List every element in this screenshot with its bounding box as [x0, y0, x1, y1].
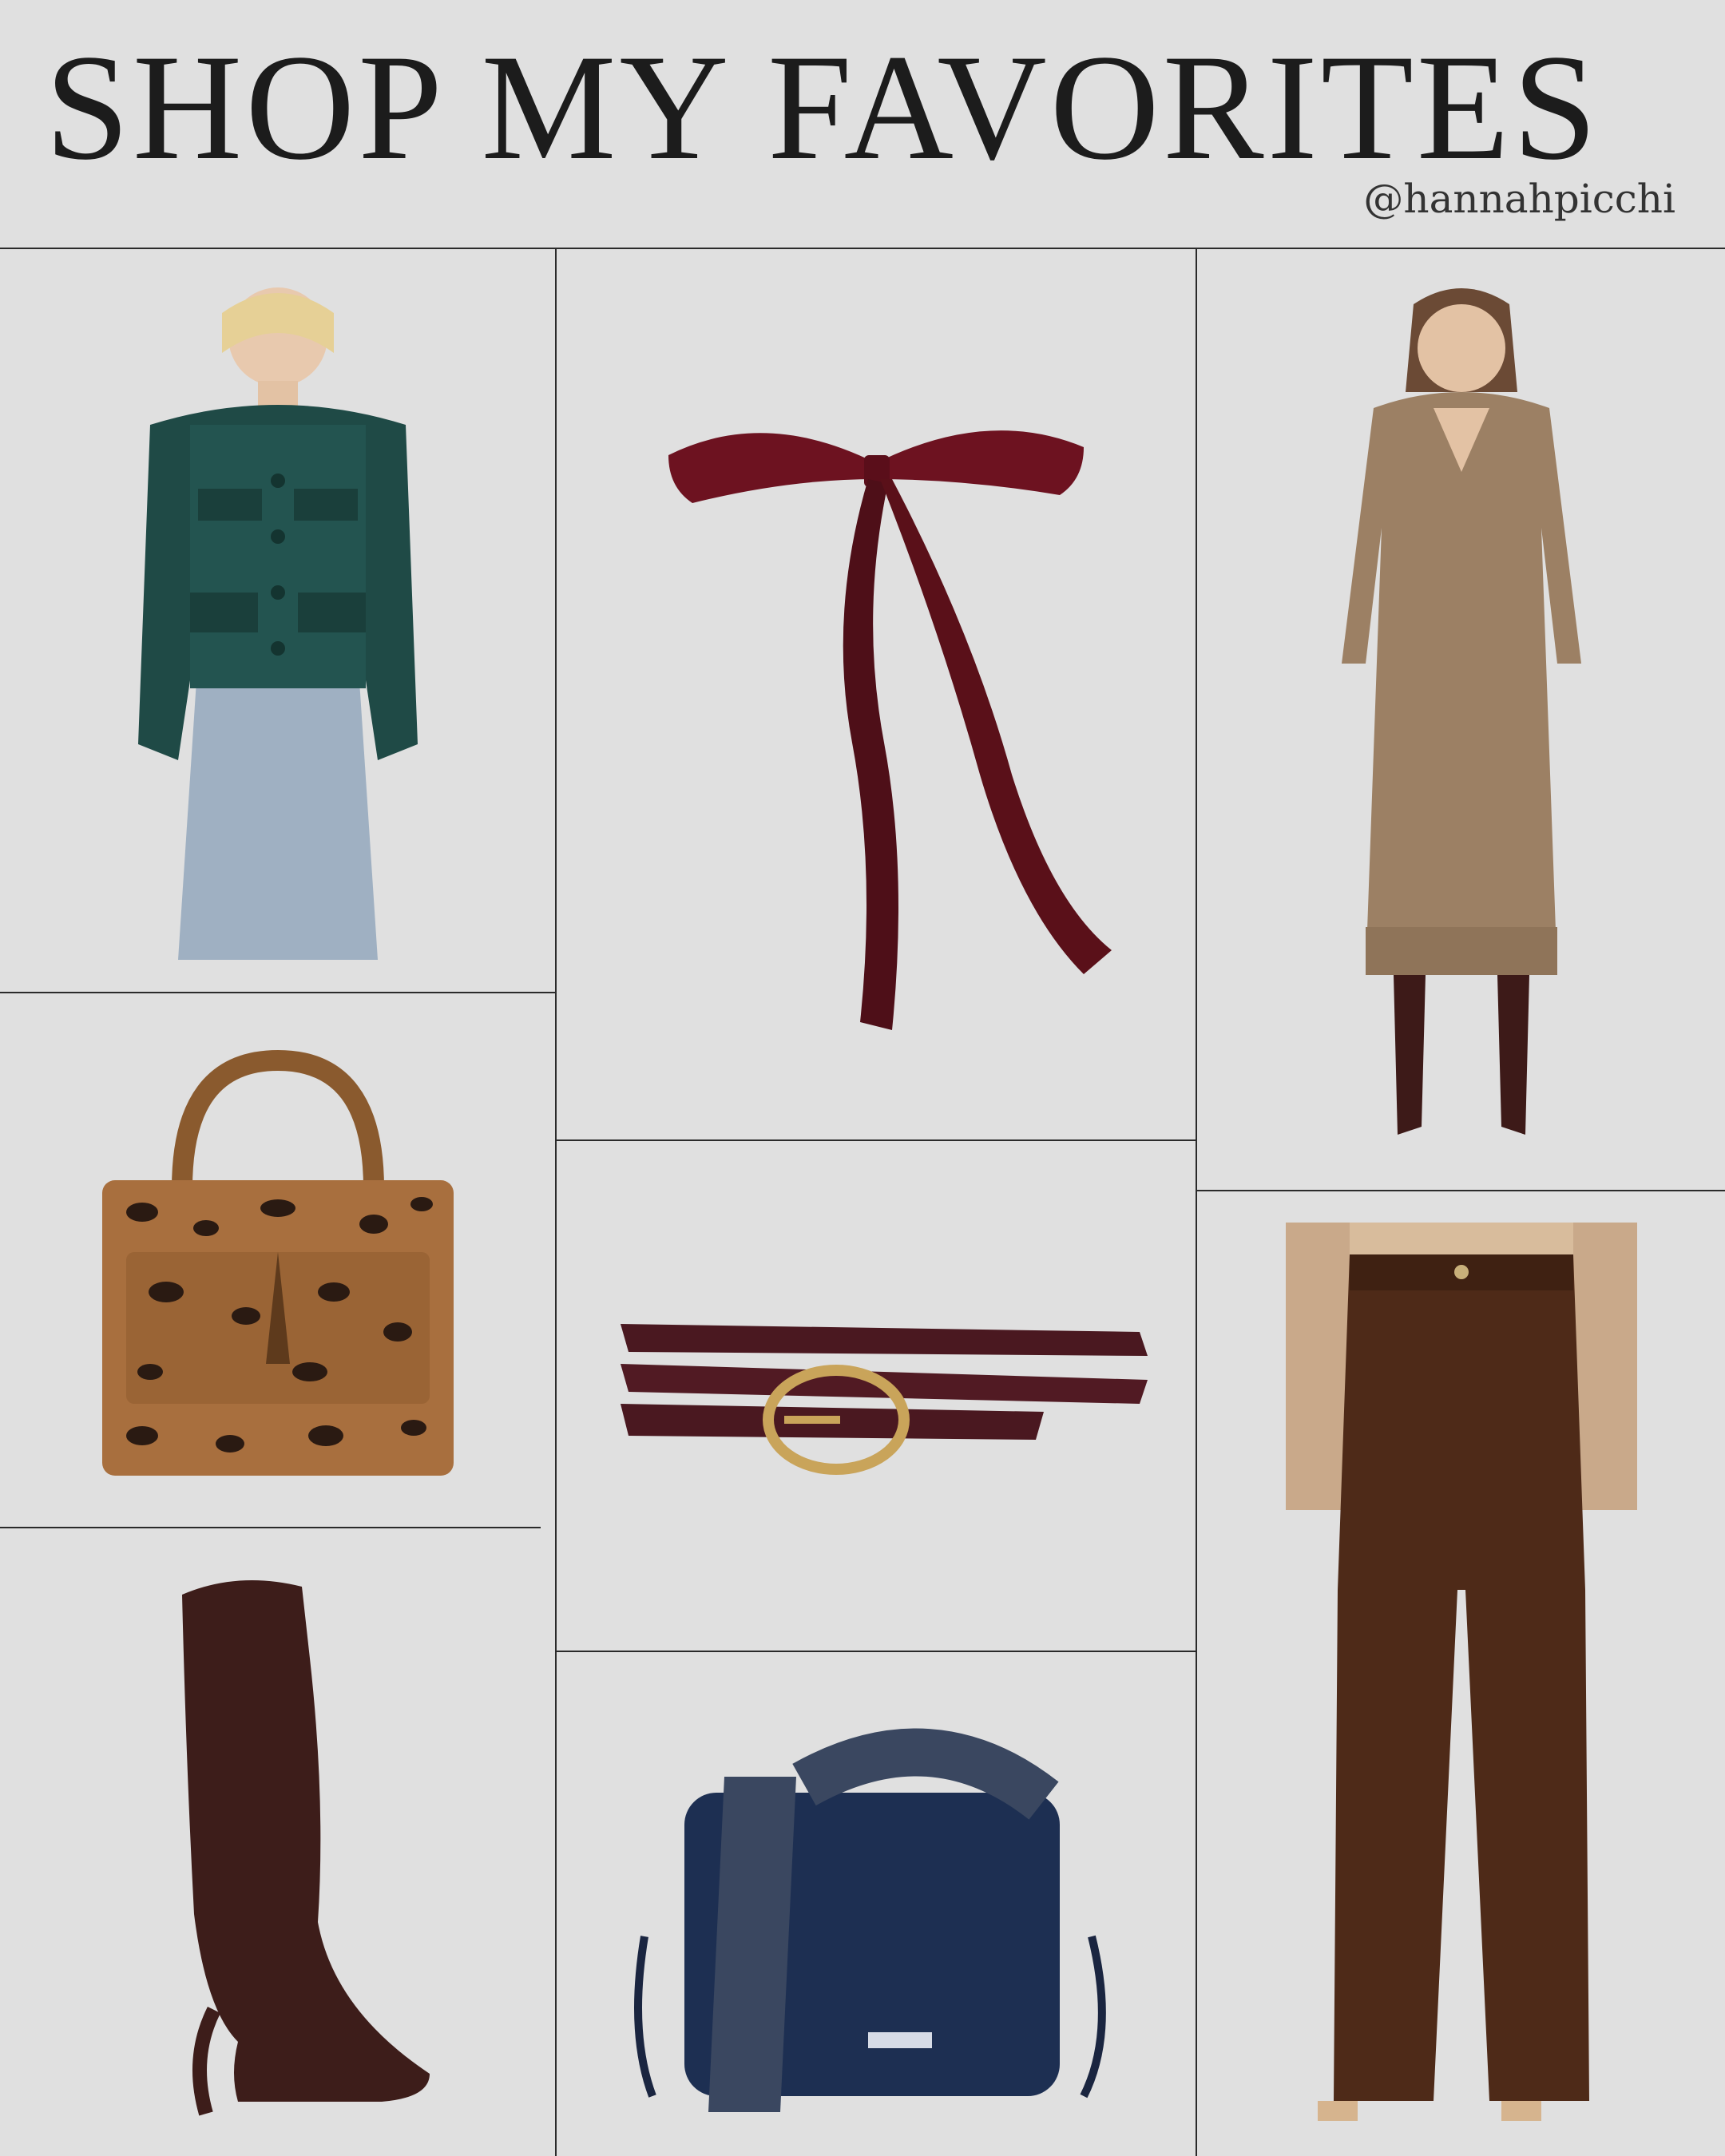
crossbody-bag-image[interactable]	[597, 1681, 1156, 2128]
croc-belt-image[interactable]	[597, 1292, 1156, 1500]
product-tile-jacket[interactable]	[0, 249, 555, 992]
sweater-dress-image[interactable]	[1302, 288, 1621, 1151]
product-tile-dress[interactable]	[1197, 249, 1725, 1190]
page-title: SHOP MY FAVORITES	[45, 24, 1600, 192]
corduroy-pants-image[interactable]	[1270, 1223, 1653, 2125]
product-tile-belt[interactable]	[557, 1141, 1196, 1651]
product-tile-leopard-bag[interactable]	[0, 993, 555, 1527]
product-tile-crossbody-bag[interactable]	[557, 1652, 1196, 2156]
product-tile-bow[interactable]	[557, 249, 1196, 1139]
instagram-handle[interactable]: @hannahpicchi	[1363, 176, 1675, 222]
leopard-bag-image[interactable]	[70, 1028, 486, 1492]
product-tile-boot[interactable]	[0, 1528, 555, 2156]
jacket-image[interactable]	[102, 281, 454, 960]
product-tile-pants[interactable]	[1197, 1191, 1725, 2156]
suede-boot-image[interactable]	[118, 1563, 438, 2122]
velvet-bow-image[interactable]	[636, 295, 1116, 1094]
